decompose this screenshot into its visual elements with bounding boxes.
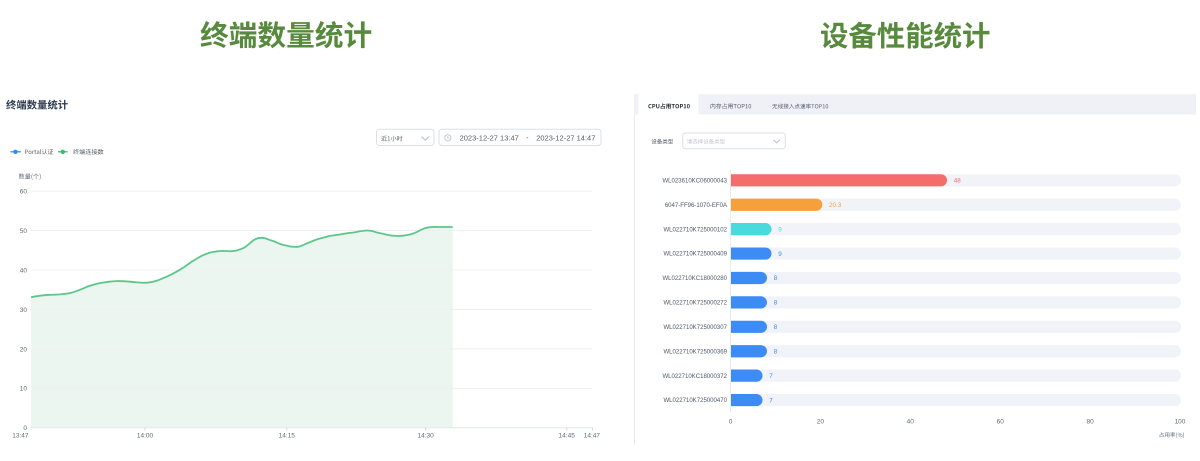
- svg-text:14:45: 14:45: [559, 432, 576, 439]
- svg-text:60: 60: [20, 188, 28, 195]
- svg-text:14:00: 14:00: [137, 432, 154, 439]
- svg-text:WL022710K725000102: WL022710K725000102: [663, 227, 727, 233]
- svg-text:0: 0: [729, 419, 733, 426]
- svg-text:WL022710KC18000280: WL022710KC18000280: [662, 276, 727, 282]
- svg-text:WL022710K725000409: WL022710K725000409: [663, 252, 727, 258]
- svg-text:80: 80: [1086, 419, 1094, 426]
- svg-text:8: 8: [774, 348, 778, 355]
- svg-text:6047-FF96-1070-EF0A: 6047-FF96-1070-EF0A: [665, 203, 728, 209]
- svg-text:8: 8: [774, 275, 778, 282]
- svg-text:20.3: 20.3: [829, 202, 842, 209]
- svg-text:20: 20: [817, 419, 825, 426]
- svg-text:7: 7: [769, 397, 773, 404]
- svg-text:WL022710K725000369: WL022710K725000369: [663, 349, 727, 355]
- svg-text:9: 9: [778, 251, 782, 258]
- svg-text:10: 10: [20, 386, 28, 393]
- svg-text:2023-12-27 13:47: 2023-12-27 13:47: [460, 133, 519, 142]
- svg-text:WL022710K725000470: WL022710K725000470: [663, 398, 727, 404]
- svg-text:60: 60: [997, 419, 1005, 426]
- svg-text:40: 40: [20, 267, 28, 274]
- svg-text:8: 8: [774, 300, 778, 307]
- svg-text:WL022710K725000272: WL022710K725000272: [663, 301, 727, 307]
- svg-text:20: 20: [20, 346, 28, 353]
- svg-text:7: 7: [769, 373, 773, 380]
- svg-text:100: 100: [1175, 419, 1186, 426]
- svg-text:48: 48: [954, 178, 962, 185]
- svg-text:14:47: 14:47: [584, 432, 601, 439]
- svg-text:WL023610KC06000043: WL023610KC06000043: [662, 178, 727, 184]
- svg-text:13:47: 13:47: [12, 432, 29, 439]
- svg-text:40: 40: [907, 419, 915, 426]
- svg-text:14:30: 14:30: [417, 432, 434, 439]
- svg-text:9: 9: [778, 226, 782, 233]
- svg-text:2023-12-27 14:47: 2023-12-27 14:47: [536, 133, 595, 142]
- svg-text:14:15: 14:15: [279, 432, 296, 439]
- svg-text:WL022710K725000307: WL022710K725000307: [663, 325, 727, 331]
- svg-text:8: 8: [774, 324, 778, 331]
- svg-text:WL022710KC18000372: WL022710KC18000372: [662, 374, 727, 380]
- svg-text:50: 50: [20, 228, 28, 235]
- svg-text:30: 30: [20, 307, 28, 314]
- svg-text:0: 0: [23, 425, 27, 432]
